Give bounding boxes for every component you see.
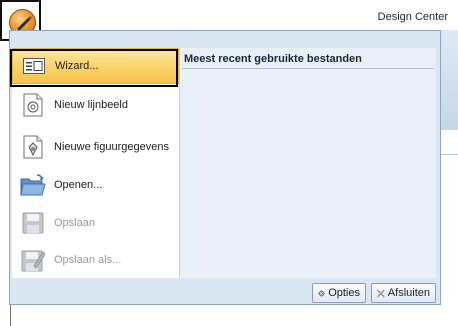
- recent-files-title: Meest recent gebruikte bestanden: [184, 53, 362, 65]
- options-gear-icon: [318, 289, 325, 297]
- save-as-icon: [20, 247, 46, 273]
- app-title: Design Center: [377, 11, 448, 23]
- new-figure-data-icon: [20, 134, 46, 160]
- menu-item-label: Nieuwe figuurgegevens: [54, 141, 169, 153]
- exit-button[interactable]: Afsluiten: [371, 283, 436, 303]
- menu-item-label: Opslaan als...: [54, 254, 122, 266]
- menu-item-open[interactable]: Openen...: [12, 167, 179, 203]
- new-line-image-icon: [20, 92, 46, 118]
- menu-item-save[interactable]: Opslaan: [12, 205, 179, 241]
- menu-item-save-as[interactable]: Opslaan als...: [12, 242, 179, 278]
- menu-item-label: Wizard...: [55, 60, 99, 72]
- save-icon: [20, 210, 46, 236]
- menu-item-wizard[interactable]: Wizard...: [12, 48, 179, 84]
- menu-commands: Wizard... Nieuw lijnbeeld Nieuwe figuurg…: [12, 48, 179, 278]
- exit-label: Afsluiten: [387, 287, 430, 299]
- exit-x-icon: [377, 289, 385, 297]
- options-button[interactable]: Opties: [312, 283, 366, 303]
- options-label: Opties: [328, 287, 360, 299]
- title-bar: Design Center: [0, 0, 458, 30]
- wizard-icon: [21, 53, 47, 79]
- menu-item-label: Opslaan: [54, 217, 95, 229]
- recent-files-divider: [182, 68, 434, 69]
- menu-item-new-figure-data[interactable]: Nieuwe figuurgegevens: [12, 129, 179, 165]
- recent-files-panel: Meest recent gebruikte bestanden: [180, 48, 436, 278]
- menu-item-label: Nieuw lijnbeeld: [54, 99, 128, 111]
- open-folder-icon: [20, 172, 46, 198]
- menu-item-label: Openen...: [54, 179, 103, 191]
- menu-item-new-line-image[interactable]: Nieuw lijnbeeld: [12, 87, 179, 123]
- application-menu: Wizard... Nieuw lijnbeeld Nieuwe figuurg…: [9, 30, 441, 305]
